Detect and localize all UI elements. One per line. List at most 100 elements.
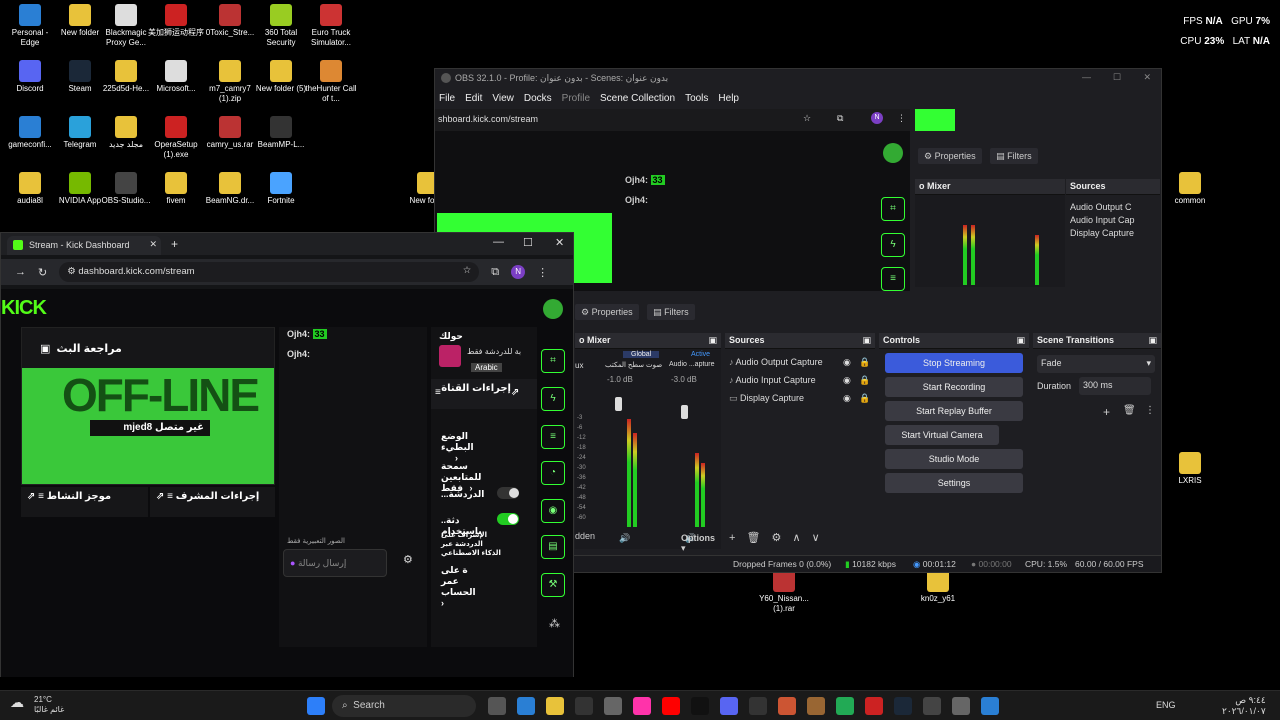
language-indicator[interactable]: ENG	[1156, 700, 1176, 710]
notes-icon[interactable]: ≡	[541, 425, 565, 449]
volume-slider-handle-1[interactable]	[615, 397, 622, 411]
source-item[interactable]: ♪ Audio Input Capture ◉ 🔒	[729, 375, 871, 389]
obs-filters-tab-top[interactable]: ▤ Filters	[990, 148, 1038, 164]
minimize-icon[interactable]: —	[1082, 72, 1091, 82]
account-age-row[interactable]: ة على عمر الحساب ›	[441, 565, 477, 608]
chat-usage-switch[interactable]	[497, 513, 519, 525]
desktop-icon[interactable]: 0Toxic_Stre...	[202, 4, 258, 38]
filter-icon[interactable]: ≡	[435, 387, 441, 398]
opera-icon[interactable]	[865, 697, 883, 715]
control-button[interactable]: Studio Mode	[885, 449, 1023, 469]
desktop-icon[interactable]: theHunter Call of t...	[303, 60, 359, 104]
volume-slider-handle-2[interactable]	[681, 405, 688, 419]
site-info-icon[interactable]: ⚙	[67, 266, 76, 277]
user-avatar[interactable]	[543, 299, 563, 319]
desktop-icon[interactable]: Personal - Edge	[2, 4, 58, 48]
desktop-icon[interactable]: 225d5d-He...	[98, 60, 154, 94]
copilot-icon[interactable]	[604, 697, 622, 715]
desktop-icon[interactable]: Fortnite	[253, 172, 309, 206]
app-icon[interactable]	[836, 697, 854, 715]
app-icon[interactable]	[778, 697, 796, 715]
apps-icon[interactable]	[749, 697, 767, 715]
profile-avatar[interactable]: N	[511, 265, 526, 279]
share-icon[interactable]: ⁂	[549, 617, 560, 630]
control-button[interactable]: Start Recording	[885, 377, 1023, 397]
new-tab-icon[interactable]: +	[171, 237, 178, 251]
obs-menu-item[interactable]: Docks	[524, 93, 552, 104]
close-tab-icon[interactable]: ✕	[149, 239, 157, 250]
settings-icon[interactable]	[923, 697, 941, 715]
search-box[interactable]: ⌕ Search	[332, 695, 476, 717]
desktop-icon[interactable]: Discord	[2, 60, 58, 94]
add-source-icon[interactable]: +	[729, 532, 735, 544]
lock-icon[interactable]: 🔒	[859, 393, 870, 404]
obs-menu-item[interactable]: Tools	[685, 93, 708, 104]
obs-menu-item[interactable]: File	[439, 93, 455, 104]
kick-bolt-icon[interactable]: ϟ	[881, 233, 905, 257]
dock-menu-icon[interactable]: ▣	[1016, 335, 1025, 346]
delete-transition-icon[interactable]: 🗑	[1123, 405, 1136, 416]
source-item[interactable]: ▭ Display Capture ◉ 🔒	[729, 393, 871, 407]
maximize-icon[interactable]: ☐	[1113, 72, 1121, 83]
options-button[interactable]: Options ▾	[681, 533, 721, 554]
transition-select[interactable]: Fade ▾	[1037, 355, 1155, 373]
desktop-icon[interactable]: Blackmagic Proxy Ge...	[98, 4, 154, 48]
popout-icon[interactable]: ⇗	[27, 491, 35, 502]
chat-toggle-row[interactable]: ...الدردشة	[441, 489, 484, 500]
duration-spinbox[interactable]: 300 ms	[1079, 377, 1151, 395]
file-explorer-icon[interactable]	[546, 697, 564, 715]
obs-properties-tab-top[interactable]: ⚙ Properties	[918, 148, 982, 164]
slow-mode-row[interactable]: الوضع البطيء ›	[441, 431, 477, 463]
tiktok-icon[interactable]	[691, 697, 709, 715]
control-button[interactable]: Start Virtual Camera	[885, 425, 999, 445]
profile-avatar[interactable]: N	[871, 112, 883, 124]
layout-icon[interactable]: ▤	[541, 535, 565, 559]
desktop-icon[interactable]: camry_us.rar	[202, 116, 258, 150]
photos-icon[interactable]	[633, 697, 651, 715]
tools-icon[interactable]: ⚒	[541, 573, 565, 597]
popout-icon[interactable]: ⇗	[511, 387, 519, 398]
steam-icon[interactable]	[894, 697, 912, 715]
chat-settings-icon[interactable]: ⚙	[403, 553, 413, 566]
move-down-icon[interactable]: ∨	[812, 532, 820, 544]
bookmark-star-icon[interactable]: ☆	[463, 265, 472, 276]
dock-menu-icon[interactable]: ▣	[862, 335, 871, 346]
extensions-icon[interactable]: ⧉	[491, 266, 499, 279]
desktop-icon[interactable]: gameconfi...	[2, 116, 58, 150]
obs-menu-item[interactable]: Edit	[465, 93, 482, 104]
visibility-eye-icon[interactable]: ◉	[843, 357, 851, 368]
desktop-icon[interactable]: مجلد جديد	[98, 116, 154, 150]
kick-tool-icon[interactable]: ⌗	[881, 197, 905, 221]
add-transition-icon[interactable]: +	[1103, 405, 1110, 419]
desktop-icon[interactable]: 360 Total Security	[253, 4, 309, 48]
obs-browser-url[interactable]: shboard.kick.com/stream	[438, 114, 538, 124]
weather-widget[interactable]: ☁ 21°C غائم غالبًا	[10, 695, 64, 715]
address-bar[interactable]: ⚙ dashboard.kick.com/stream ☆	[59, 262, 480, 282]
kick-logo[interactable]: KICK	[1, 297, 47, 320]
desktop-icon[interactable]: 美加狮运动程序	[148, 4, 204, 38]
desktop-icon[interactable]: Microsoft...	[148, 60, 204, 94]
obs-titlebar[interactable]: OBS 32.1.0 - Profile: بدون عنوان - Scene…	[435, 69, 1161, 89]
desktop-icon[interactable]: OperaSetup (1).exe	[148, 116, 204, 160]
star-icon[interactable]: ☆	[803, 113, 811, 124]
filter-icon[interactable]: ≡	[38, 491, 44, 502]
source-item[interactable]: ♪ Audio Output Capture ◉ 🔒	[729, 357, 871, 371]
broadcast-icon[interactable]: ◉	[541, 499, 565, 523]
dock-menu-icon[interactable]: ▣	[708, 335, 717, 346]
control-button[interactable]: Start Replay Buffer	[885, 401, 1023, 421]
obs-top-source-item[interactable]: Audio Output C	[1070, 202, 1156, 212]
desktop-icon[interactable]: BeamMP-L...	[253, 116, 309, 150]
desktop-icon[interactable]: common	[1162, 172, 1218, 206]
quick-actions-icon[interactable]: ϟ	[541, 387, 565, 411]
chat-input[interactable]: ● إرسال رسالة	[283, 549, 387, 577]
obs-menu-item[interactable]: Profile	[562, 93, 590, 104]
close-icon[interactable]: ✕	[1143, 72, 1151, 83]
stream-tool-icon[interactable]: ⌗	[541, 349, 565, 373]
chrome-window[interactable]: Stream - Kick Dashboard ✕ + — ☐ ✕ → ↻ ⚙ …	[0, 232, 574, 677]
kick-avatar[interactable]	[883, 143, 903, 163]
desktop-icon[interactable]: fivem	[148, 172, 204, 206]
obs-menu-item[interactable]: Help	[718, 93, 739, 104]
desktop-icon[interactable]: Euro Truck Simulator...	[303, 4, 359, 48]
youtube-icon[interactable]	[662, 697, 680, 715]
obs-top-source-item[interactable]: Audio Input Cap	[1070, 215, 1156, 225]
